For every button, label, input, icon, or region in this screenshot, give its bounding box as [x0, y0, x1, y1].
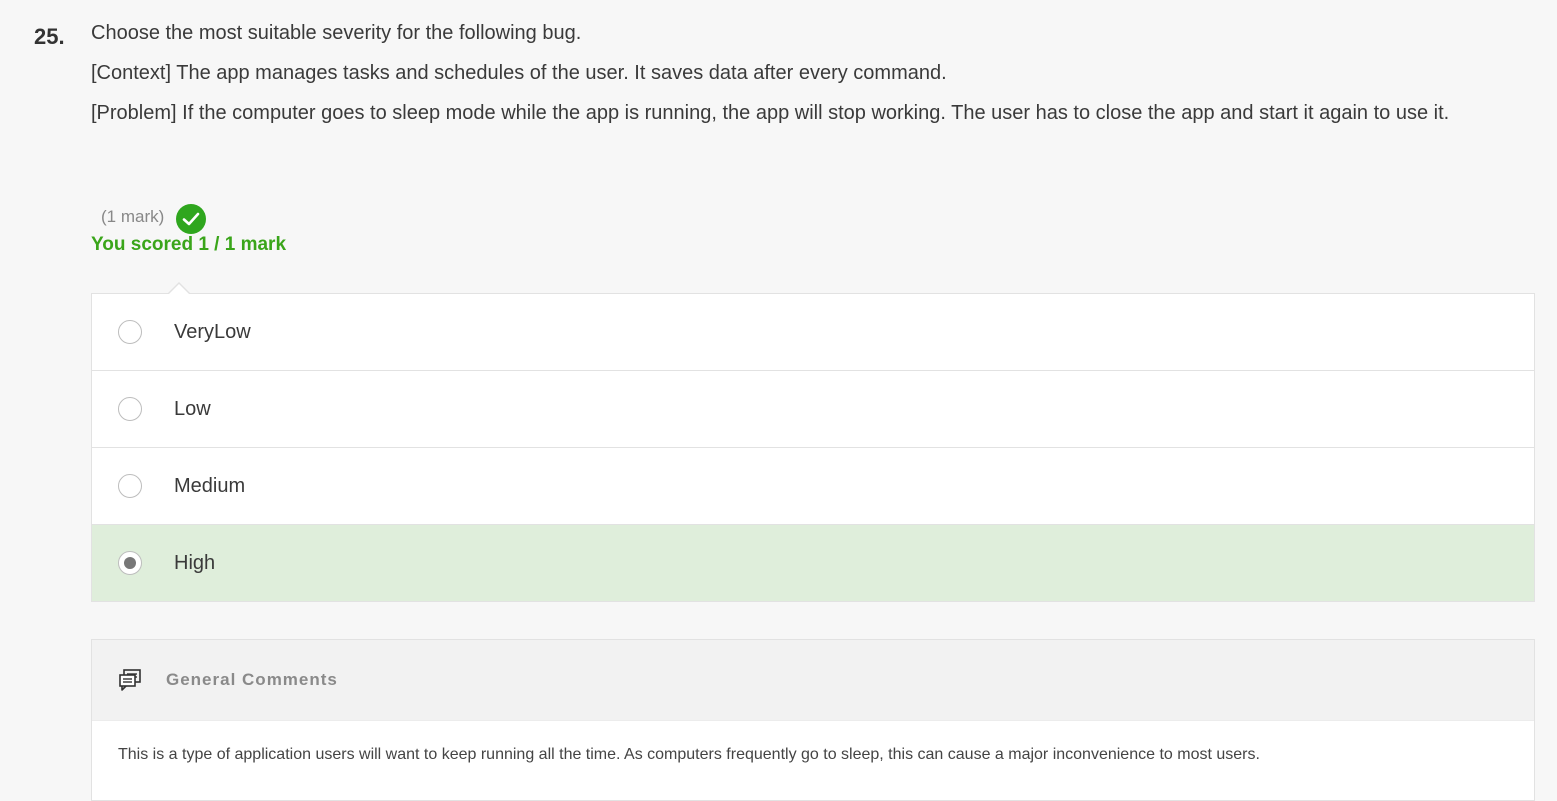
option-label: Low	[174, 397, 211, 420]
comments-header: General Comments	[92, 640, 1534, 721]
option-high[interactable]: High	[92, 525, 1534, 601]
option-label: VeryLow	[174, 320, 251, 343]
radio-button[interactable]	[118, 320, 142, 344]
mark-row: (1 mark)	[101, 200, 207, 234]
radio-dot	[124, 557, 136, 569]
question-body: Choose the most suitable severity for th…	[91, 20, 1536, 140]
mark-label: (1 mark)	[101, 207, 165, 226]
radio-button-selected[interactable]	[118, 551, 142, 575]
answer-options: VeryLow Low Medium High	[91, 293, 1535, 602]
option-medium[interactable]: Medium	[92, 448, 1534, 525]
score-result: You scored 1 / 1 mark	[91, 234, 287, 255]
option-label: Medium	[174, 474, 246, 497]
comments-icon	[118, 668, 142, 692]
option-label: High	[174, 551, 216, 574]
radio-button[interactable]	[118, 397, 142, 421]
comments-text: This is a type of application users will…	[118, 746, 1260, 763]
question-problem: [Problem] If the computer goes to sleep …	[91, 102, 1450, 124]
option-verylow[interactable]: VeryLow	[92, 294, 1534, 371]
comments-title: General Comments	[166, 670, 338, 689]
options-pointer-inner	[168, 284, 190, 295]
question-prompt: Choose the most suitable severity for th…	[91, 22, 582, 44]
question-number: 25.	[34, 24, 65, 49]
general-comments-panel: General Comments This is a type of appli…	[91, 639, 1535, 801]
option-low[interactable]: Low	[92, 371, 1534, 448]
check-circle-icon	[176, 204, 207, 234]
radio-button[interactable]	[118, 474, 142, 498]
question-context: [Context] The app manages tasks and sche…	[91, 62, 947, 84]
